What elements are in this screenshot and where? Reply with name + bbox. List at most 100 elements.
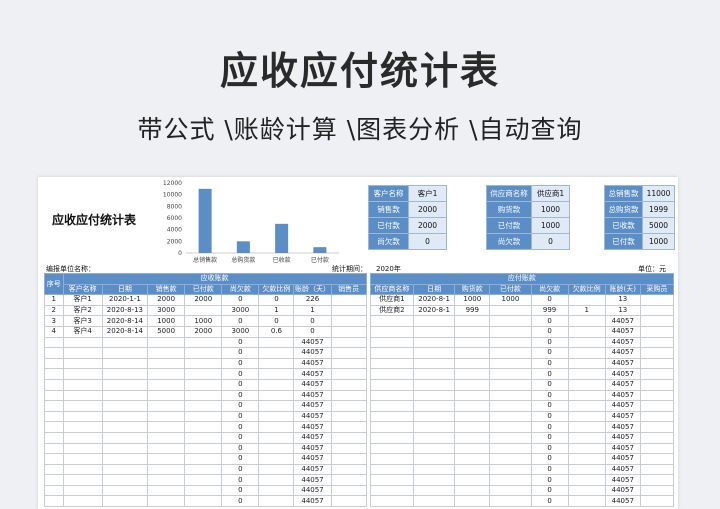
payables-cell[interactable]	[413, 400, 456, 412]
receivables-cell[interactable]	[258, 347, 295, 359]
receivables-cell[interactable]	[101, 378, 149, 391]
summary-box-value[interactable]: 1000	[642, 233, 675, 250]
receivables-cell[interactable]	[258, 421, 295, 433]
receivables-cell[interactable]	[62, 453, 103, 465]
payables-cell[interactable]: 供应商2	[369, 304, 415, 317]
payables-cell[interactable]	[369, 431, 415, 444]
payables-cell[interactable]	[413, 495, 456, 508]
receivables-cell[interactable]	[184, 431, 223, 444]
receivables-cell[interactable]: 2020-8-13	[101, 304, 149, 317]
payables-cell[interactable]	[454, 453, 491, 465]
receivables-cell[interactable]	[147, 400, 186, 412]
payables-cell[interactable]	[489, 389, 532, 402]
payables-cell[interactable]: 0	[530, 442, 569, 455]
payables-cell[interactable]	[413, 474, 456, 486]
payables-cell[interactable]	[639, 495, 675, 508]
payables-cell[interactable]	[454, 315, 491, 327]
payables-cell[interactable]	[454, 431, 491, 444]
payables-cell[interactable]	[413, 442, 456, 455]
payables-cell[interactable]	[489, 378, 532, 391]
payables-cell[interactable]: 44057	[604, 453, 641, 465]
receivables-cell[interactable]: 0	[221, 453, 260, 465]
customer-box-value[interactable]: 0	[408, 233, 447, 250]
payables-cell[interactable]	[369, 442, 415, 455]
receivables-cell[interactable]	[62, 421, 103, 433]
receivables-cell[interactable]	[330, 463, 367, 476]
receivables-cell[interactable]	[147, 357, 186, 370]
seq-cell[interactable]	[44, 389, 64, 402]
receivables-cell[interactable]: 客户1	[62, 294, 103, 306]
payables-cell[interactable]	[567, 421, 606, 433]
payables-cell[interactable]	[369, 357, 415, 370]
receivables-cell[interactable]	[101, 400, 149, 412]
payables-cell[interactable]	[454, 325, 491, 338]
payables-cell[interactable]: 44057	[604, 442, 641, 455]
payables-cell[interactable]	[413, 410, 456, 423]
receivables-cell[interactable]: 客户4	[62, 325, 103, 338]
payables-cell[interactable]	[639, 442, 675, 455]
payables-cell[interactable]	[454, 389, 491, 402]
payables-cell[interactable]: 1	[567, 304, 606, 317]
payables-cell[interactable]: 44057	[604, 325, 641, 338]
receivables-cell[interactable]	[330, 453, 367, 465]
payables-cell[interactable]	[413, 315, 456, 327]
payables-cell[interactable]	[639, 336, 675, 349]
receivables-cell[interactable]	[330, 410, 367, 423]
receivables-cell[interactable]	[147, 410, 186, 423]
seq-cell[interactable]	[44, 463, 64, 476]
receivables-cell[interactable]: 5000	[147, 325, 186, 338]
receivables-cell[interactable]	[330, 378, 367, 391]
seq-cell[interactable]	[44, 484, 64, 497]
payables-cell[interactable]	[639, 368, 675, 380]
receivables-cell[interactable]: 0	[258, 294, 295, 306]
payables-cell[interactable]: 0	[530, 463, 569, 476]
receivables-cell[interactable]	[101, 495, 149, 508]
payables-cell[interactable]	[639, 431, 675, 444]
payables-cell[interactable]	[489, 442, 532, 455]
receivables-cell[interactable]	[147, 389, 186, 402]
receivables-cell[interactable]	[62, 368, 103, 380]
receivables-cell[interactable]	[330, 484, 367, 497]
payables-cell[interactable]	[454, 347, 491, 359]
payables-cell[interactable]: 0	[530, 484, 569, 497]
payables-cell[interactable]	[567, 463, 606, 476]
receivables-cell[interactable]: 2000	[184, 325, 223, 338]
receivables-cell[interactable]: 2020-8-14	[101, 315, 149, 327]
payables-cell[interactable]	[639, 463, 675, 476]
payables-cell[interactable]	[454, 336, 491, 349]
receivables-cell[interactable]	[258, 410, 295, 423]
payables-cell[interactable]	[489, 495, 532, 508]
payables-cell[interactable]: 44057	[604, 495, 641, 508]
payables-cell[interactable]	[639, 347, 675, 359]
seq-cell[interactable]	[44, 474, 64, 486]
receivables-cell[interactable]	[184, 400, 223, 412]
seq-cell[interactable]: 4	[44, 325, 64, 338]
payables-cell[interactable]	[369, 474, 415, 486]
payables-cell[interactable]	[454, 368, 491, 380]
receivables-cell[interactable]	[101, 463, 149, 476]
payables-cell[interactable]: 44057	[604, 336, 641, 349]
payables-cell[interactable]	[489, 484, 532, 497]
payables-cell[interactable]	[369, 463, 415, 476]
payables-cell[interactable]	[639, 410, 675, 423]
receivables-cell[interactable]: 2000	[184, 294, 223, 306]
seq-cell[interactable]: 3	[44, 315, 64, 327]
receivables-cell[interactable]: 44057	[293, 453, 332, 465]
receivables-cell[interactable]	[62, 495, 103, 508]
payables-cell[interactable]	[489, 315, 532, 327]
payables-cell[interactable]	[369, 378, 415, 391]
payables-cell[interactable]: 0	[530, 453, 569, 465]
receivables-cell[interactable]: 3000	[221, 325, 260, 338]
payables-cell[interactable]: 44057	[604, 389, 641, 402]
payables-cell[interactable]	[639, 357, 675, 370]
receivables-cell[interactable]	[258, 474, 295, 486]
receivables-cell[interactable]	[258, 495, 295, 508]
summary-box-value[interactable]: 5000	[642, 217, 675, 234]
receivables-cell[interactable]: 44057	[293, 347, 332, 359]
payables-cell[interactable]	[413, 325, 456, 338]
payables-cell[interactable]: 0	[530, 474, 569, 486]
receivables-cell[interactable]: 44057	[293, 410, 332, 423]
receivables-cell[interactable]: 44057	[293, 389, 332, 402]
payables-cell[interactable]	[369, 389, 415, 402]
receivables-cell[interactable]: 0	[221, 463, 260, 476]
